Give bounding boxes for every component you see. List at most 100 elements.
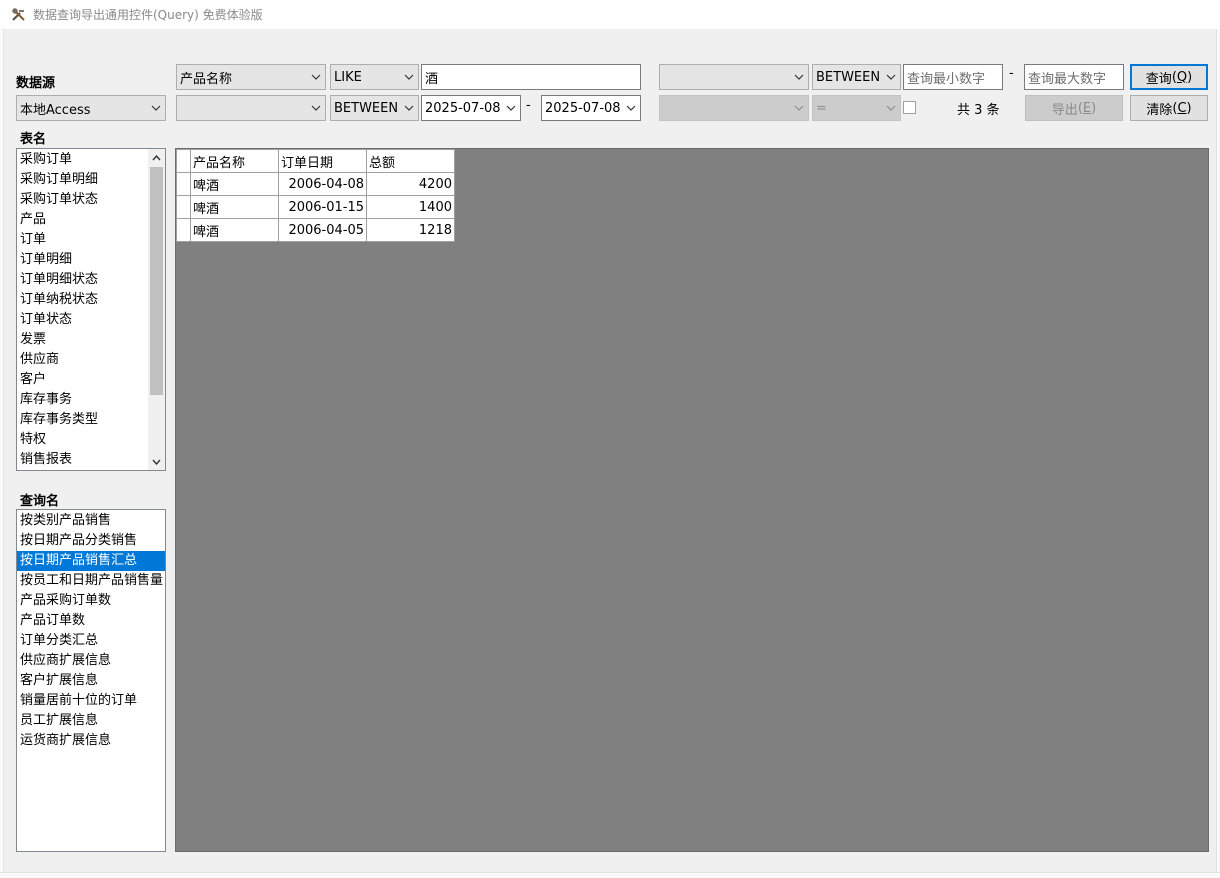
- datasource-select[interactable]: 本地Access: [16, 95, 166, 121]
- row-header[interactable]: [176, 172, 191, 196]
- list-item[interactable]: 订单明细状态: [17, 270, 148, 290]
- tables-scroll-thumb[interactable]: [150, 167, 163, 395]
- export-button-label: 导出: [1051, 102, 1078, 118]
- filter4-field-select[interactable]: [659, 95, 809, 121]
- table-row[interactable]: 啤酒 2006-04-08 4200: [176, 172, 455, 196]
- chevron-down-icon: [307, 65, 325, 89]
- filter3-field-select[interactable]: [659, 64, 809, 90]
- window-left-border: [0, 29, 4, 878]
- chevron-down-icon: [790, 65, 808, 89]
- chevron-down-icon: [400, 96, 418, 120]
- list-item[interactable]: 按类别产品销售: [17, 511, 165, 531]
- scroll-up-icon[interactable]: [148, 149, 165, 166]
- list-item[interactable]: 订单纳税状态: [17, 290, 148, 310]
- filter1-operator-value: LIKE: [334, 69, 362, 85]
- table-cell[interactable]: 2006-04-08: [278, 172, 367, 196]
- list-item[interactable]: 按员工和日期产品销售量: [17, 571, 165, 591]
- list-item[interactable]: 库存事务类型: [17, 410, 148, 430]
- table-cell[interactable]: 1400: [366, 195, 455, 219]
- list-item[interactable]: 采购订单明细: [17, 170, 148, 190]
- tables-label: 表名: [20, 132, 47, 147]
- list-item[interactable]: 采购订单状态: [17, 190, 148, 210]
- list-item[interactable]: 按日期产品分类销售: [17, 531, 165, 551]
- table-cell[interactable]: 1218: [366, 218, 455, 242]
- list-item[interactable]: 客户: [17, 370, 148, 390]
- list-item[interactable]: 客户扩展信息: [17, 671, 165, 691]
- export-button-key: E: [1082, 100, 1092, 116]
- list-item[interactable]: 特权: [17, 430, 148, 450]
- column-header[interactable]: 总额: [366, 149, 455, 173]
- list-item[interactable]: 员工扩展信息: [17, 711, 165, 731]
- filter1-field-select[interactable]: 产品名称: [176, 64, 326, 90]
- chevron-down-icon: [882, 65, 900, 89]
- table-row[interactable]: 啤酒 2006-04-05 1218: [176, 218, 455, 242]
- query-button-label: 查询: [1145, 71, 1172, 87]
- clear-button-key: C: [1177, 100, 1187, 116]
- filter1-field-value: 产品名称: [180, 71, 233, 87]
- row-header[interactable]: [176, 218, 191, 242]
- filter1-value-input[interactable]: 酒: [421, 64, 641, 90]
- clear-button-label: 清除: [1146, 102, 1173, 118]
- table-cell[interactable]: 4200: [366, 172, 455, 196]
- row-header[interactable]: [176, 195, 191, 219]
- list-item[interactable]: 按日期产品销售汇总: [17, 551, 165, 571]
- datasource-label: 数据源: [16, 76, 56, 91]
- table-cell[interactable]: 啤酒: [190, 172, 279, 196]
- list-item[interactable]: 运货商扩展信息: [17, 731, 165, 751]
- chevron-down-icon: [502, 96, 520, 120]
- result-count: 共 3 条: [957, 103, 1000, 118]
- max-number-input[interactable]: 查询最大数字: [1024, 64, 1124, 90]
- list-item[interactable]: 产品: [17, 210, 148, 230]
- table-cell[interactable]: 啤酒: [190, 195, 279, 219]
- table-row[interactable]: 啤酒 2006-01-15 1400: [176, 195, 455, 219]
- scroll-down-icon[interactable]: [148, 453, 165, 470]
- filter3-operator-select[interactable]: BETWEEN: [812, 64, 901, 90]
- list-item[interactable]: 订单: [17, 230, 148, 250]
- query-button-key: Q: [1176, 69, 1188, 85]
- list-item[interactable]: 库存事务: [17, 390, 148, 410]
- clear-button[interactable]: 清除(C): [1130, 95, 1208, 121]
- filter1-operator-select[interactable]: LIKE: [330, 64, 419, 90]
- column-header[interactable]: 产品名称: [190, 149, 279, 173]
- date-range-separator: -: [526, 98, 531, 113]
- list-item[interactable]: 产品订单数: [17, 611, 165, 631]
- export-button[interactable]: 导出(E): [1025, 95, 1123, 121]
- filter4-operator-select[interactable]: =: [812, 95, 901, 121]
- number-range-separator: -: [1009, 66, 1014, 81]
- filter2-field-select[interactable]: [176, 95, 326, 121]
- column-header[interactable]: 订单日期: [278, 149, 367, 173]
- list-item[interactable]: 供应商: [17, 350, 148, 370]
- date-to-value: 2025-07-08: [545, 100, 621, 116]
- list-item[interactable]: 供应商扩展信息: [17, 651, 165, 671]
- row-header-corner[interactable]: [176, 149, 191, 173]
- list-item[interactable]: 销售报表: [17, 450, 148, 470]
- list-item[interactable]: 采购订单: [17, 150, 148, 170]
- results-grid[interactable]: 产品名称 订单日期 总额 啤酒 2006-04-08 4200 啤酒 2006-01-15 1…: [175, 148, 1209, 852]
- list-item[interactable]: 产品采购订单数: [17, 591, 165, 611]
- window-bottom-border: [0, 872, 1220, 878]
- table-cell[interactable]: 啤酒: [190, 218, 279, 242]
- list-item[interactable]: 发票: [17, 330, 148, 350]
- list-item[interactable]: 销量居前十位的订单: [17, 691, 165, 711]
- chevron-down-icon: [147, 96, 165, 120]
- window-title: 数据查询导出通用控件(Query) 免费体验版: [33, 8, 263, 22]
- tables-scrollbar[interactable]: [148, 149, 165, 470]
- filter4-checkbox[interactable]: [903, 101, 916, 114]
- table-cell[interactable]: 2006-04-05: [278, 218, 367, 242]
- chevron-down-icon: [400, 65, 418, 89]
- tables-list[interactable]: 采购订单 采购订单明细 采购订单状态 产品 订单 订单明细 订单明细状态 订单纳税状态 订单状态…: [16, 148, 166, 471]
- datasource-value: 本地Access: [20, 102, 91, 118]
- date-from-picker[interactable]: 2025-07-08: [421, 95, 521, 121]
- queries-list[interactable]: 按类别产品销售 按日期产品分类销售 按日期产品销售汇总 按员工和日期产品销售量 产品采购…: [16, 509, 166, 852]
- results-table[interactable]: 产品名称 订单日期 总额 啤酒 2006-04-08 4200 啤酒 2006-01-15 1…: [176, 149, 455, 242]
- chevron-down-icon: [790, 96, 808, 120]
- list-item[interactable]: 订单明细: [17, 250, 148, 270]
- table-cell[interactable]: 2006-01-15: [278, 195, 367, 219]
- min-number-input[interactable]: 查询最小数字: [903, 64, 1003, 90]
- filter2-operator-select[interactable]: BETWEEN: [330, 95, 419, 121]
- date-to-picker[interactable]: 2025-07-08: [541, 95, 641, 121]
- list-item[interactable]: 订单状态: [17, 310, 148, 330]
- filter2-operator-value: BETWEEN: [334, 100, 399, 116]
- list-item[interactable]: 订单分类汇总: [17, 631, 165, 651]
- query-button[interactable]: 查询(Q): [1130, 64, 1208, 90]
